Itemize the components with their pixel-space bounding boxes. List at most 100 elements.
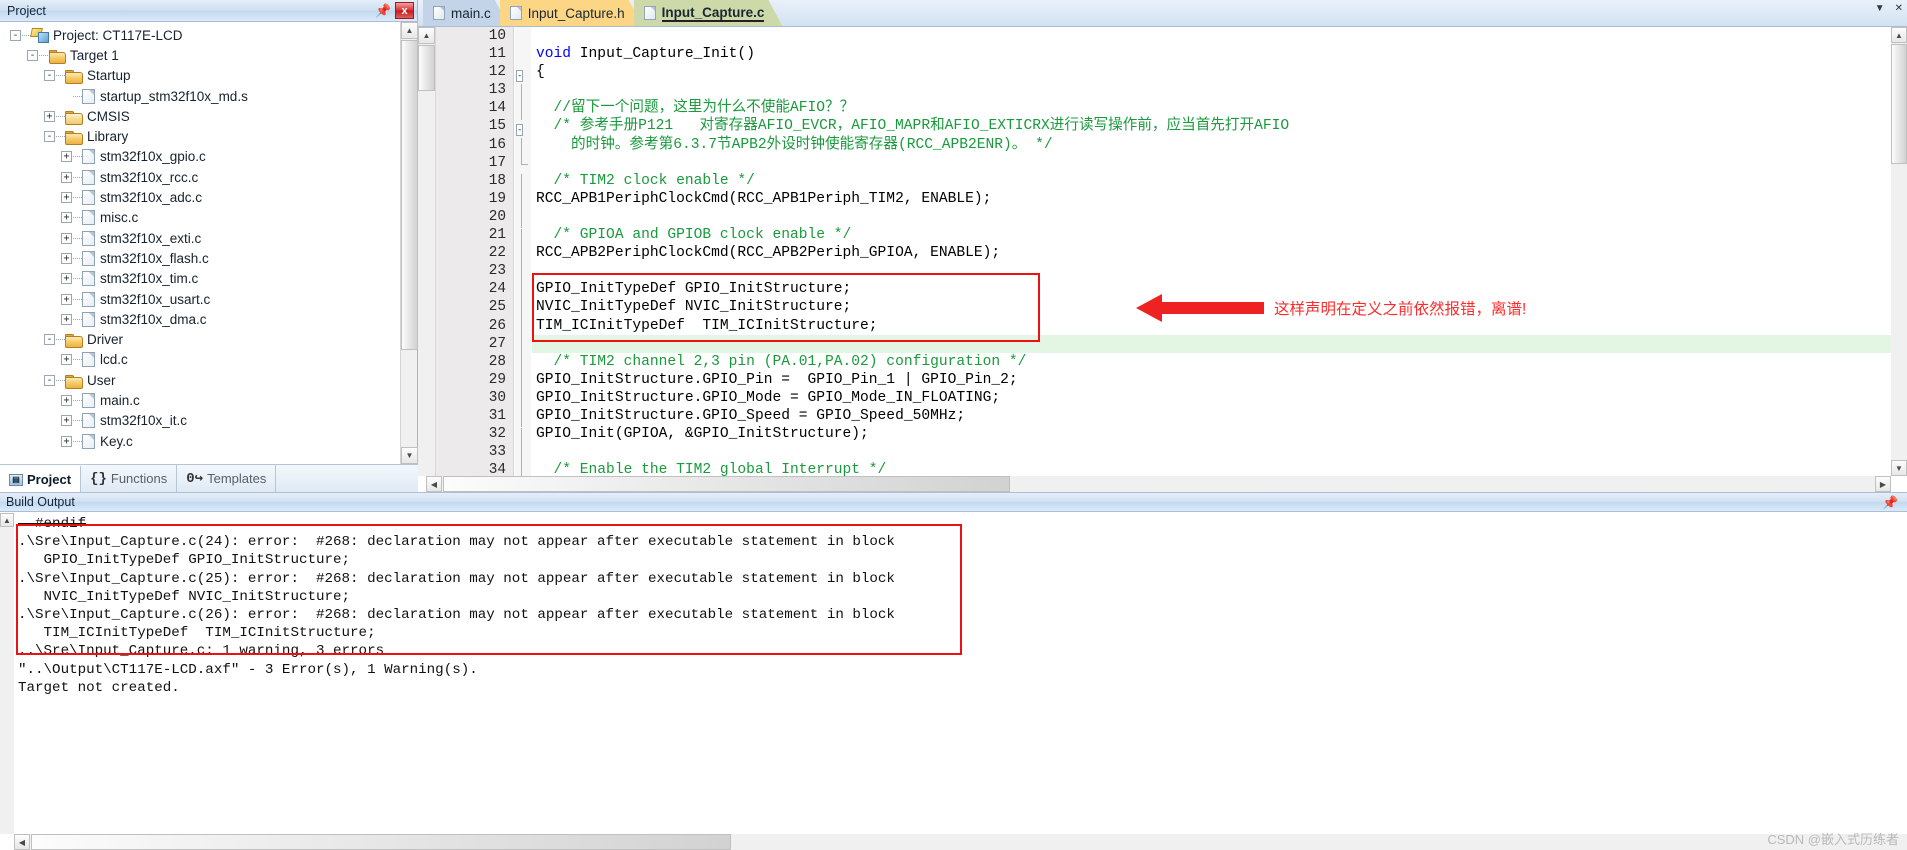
code-text: GPIO_InitStructure.GPIO_Pin = GPIO_Pin_1… [536,371,1018,389]
build-output-text[interactable]: #endif .\Sre\Input_Capture.c(24): error: … [14,515,1907,834]
tab-project[interactable]: ▤ Project [0,465,82,492]
tree-item-label: stm32f10x_usart.c [100,291,211,307]
line-number: 24 [488,281,506,298]
expand-icon[interactable]: + [61,171,72,183]
scroll-left-icon[interactable]: ◀ [14,834,30,850]
tree-item[interactable]: + stm32f10x_tim.c [0,269,400,289]
tab-functions[interactable]: {} Functions [81,465,178,492]
tree-item[interactable]: + stm32f10x_rcc.c [0,167,400,187]
scroll-up-icon[interactable]: ▲ [418,27,435,44]
collapse-icon[interactable]: - [44,374,55,386]
scroll-down-icon[interactable]: ▼ [401,447,418,464]
tree-item[interactable]: startup_stm32f10x_md.s [0,86,400,106]
code-line: 27 [436,334,1891,356]
tree-connector [73,257,82,259]
chevron-down-icon[interactable]: ▼ [1875,3,1885,14]
expand-icon[interactable]: + [44,110,55,122]
code-text: RCC_APB2PeriphClockCmd(RCC_APB2Periph_GP… [536,244,1000,262]
tab-templates[interactable]: 0↪ Templates [177,465,277,492]
code-vertical-scrollbar[interactable]: ▲ ▼ [1891,27,1907,476]
expand-icon[interactable]: + [61,293,72,305]
code-canvas[interactable]: 10 11 void Input_Capture_Init() 12-{13 14 //… [436,27,1891,476]
line-number: 26 [488,317,506,334]
build-output-horizontal-scrollbar[interactable]: ◀ [14,834,1907,850]
expand-icon[interactable]: + [61,394,72,406]
tree-connector [56,115,65,117]
tree-item[interactable]: - Driver [0,329,400,349]
tree-item[interactable]: - User [0,370,400,390]
close-icon[interactable]: x [395,2,414,19]
scroll-left-icon[interactable]: ◀ [426,476,442,492]
scroll-thumb[interactable] [401,40,418,350]
tree-item[interactable]: + stm32f10x_gpio.c [0,147,400,167]
collapse-icon[interactable]: - [44,70,55,82]
scroll-right-icon[interactable]: ▶ [1875,476,1891,492]
tree-item-label: Key.c [100,433,133,449]
tree-connector [73,298,82,300]
fold-collapse-icon[interactable]: - [516,123,524,136]
scroll-up-icon[interactable]: ▲ [1891,27,1907,43]
target-icon [48,49,66,64]
expand-icon[interactable]: + [61,252,72,264]
expand-icon[interactable]: + [61,435,72,447]
code-comment: /* 参考手册P121 对寄存器AFIO_EVCR，AFIO_MAPR和AFIO… [536,118,1290,135]
project-tree-scrollbar[interactable]: ▲ ▼ [400,22,418,464]
scroll-thumb[interactable] [443,476,1010,492]
editor-tab-input-capture-c[interactable]: Input_Capture.c [634,0,783,26]
tree-item[interactable]: - Startup [0,66,400,86]
tree-item[interactable]: + Key.c [0,431,400,451]
expand-icon[interactable]: + [61,192,72,204]
tree-item[interactable]: + stm32f10x_it.c [0,411,400,431]
project-tree[interactable]: - Project: CT117E-LCD - Target 1 - Startup sta… [0,22,400,464]
expand-icon[interactable]: + [61,212,72,224]
tree-item[interactable]: + lcd.c [0,350,400,370]
fold-collapse-icon[interactable]: - [516,69,524,82]
tree-item[interactable]: + main.c [0,390,400,410]
scroll-thumb[interactable] [418,45,435,91]
expand-icon[interactable]: + [61,415,72,427]
code-line: 21 /* GPIOA and GPIOB clock enable */ [436,226,1891,247]
pin-icon[interactable]: 📌 [1882,494,1899,511]
expand-icon[interactable]: + [61,273,72,285]
scroll-thumb[interactable] [1891,44,1907,164]
expand-icon[interactable]: + [61,232,72,244]
tree-item-label: stm32f10x_gpio.c [100,149,206,165]
tree-item[interactable]: - Project: CT117E-LCD [0,25,400,45]
editor-tab-main-c[interactable]: main.c [423,0,509,26]
file-icon [82,271,95,287]
tree-item[interactable]: - Target 1 [0,45,400,65]
expand-icon[interactable]: + [61,354,72,366]
expand-icon[interactable]: + [61,313,72,325]
scroll-up-icon[interactable]: ▲ [401,22,418,39]
tree-item[interactable]: + misc.c [0,208,400,228]
code-horizontal-scrollbar[interactable]: ◀ ▶ [426,476,1891,492]
line-number: 25 [488,299,506,316]
tree-item[interactable]: + stm32f10x_dma.c [0,309,400,329]
tree-item[interactable]: + stm32f10x_exti.c [0,228,400,248]
expand-icon[interactable]: + [61,151,72,163]
scroll-down-icon[interactable]: ▼ [1891,460,1907,476]
scroll-up-icon[interactable]: ▲ [0,513,14,527]
close-icon[interactable]: ✕ [1895,3,1903,14]
tree-item[interactable]: + stm32f10x_adc.c [0,187,400,207]
build-output-left-margin[interactable]: ▲ [0,513,14,834]
collapse-icon[interactable]: - [10,29,21,41]
pin-icon[interactable]: 📌 [375,2,392,19]
line-number: 30 [488,389,506,406]
fold-marker[interactable]: - [516,66,529,82]
editor-left-margin: ▲ [418,27,436,476]
editor-tab-nav: ▼ ✕ [1875,3,1903,14]
tree-item[interactable]: + stm32f10x_usart.c [0,289,400,309]
collapse-icon[interactable]: - [44,334,55,346]
tree-item[interactable]: - Library [0,126,400,146]
scroll-thumb[interactable] [31,834,731,850]
collapse-icon[interactable]: - [44,131,55,143]
tree-item[interactable]: + stm32f10x_flash.c [0,248,400,268]
collapse-icon[interactable]: - [27,49,38,61]
fold-marker[interactable]: - [516,120,529,136]
tree-item[interactable]: + CMSIS [0,106,400,126]
code-token: GPIO_InitStructure.GPIO_Speed = GPIO_Spe… [536,407,966,424]
editor-tab-input-capture-h[interactable]: Input_Capture.h [500,0,643,26]
code-lines: 10 11 void Input_Capture_Init() 12-{13 14 //… [436,27,1891,476]
